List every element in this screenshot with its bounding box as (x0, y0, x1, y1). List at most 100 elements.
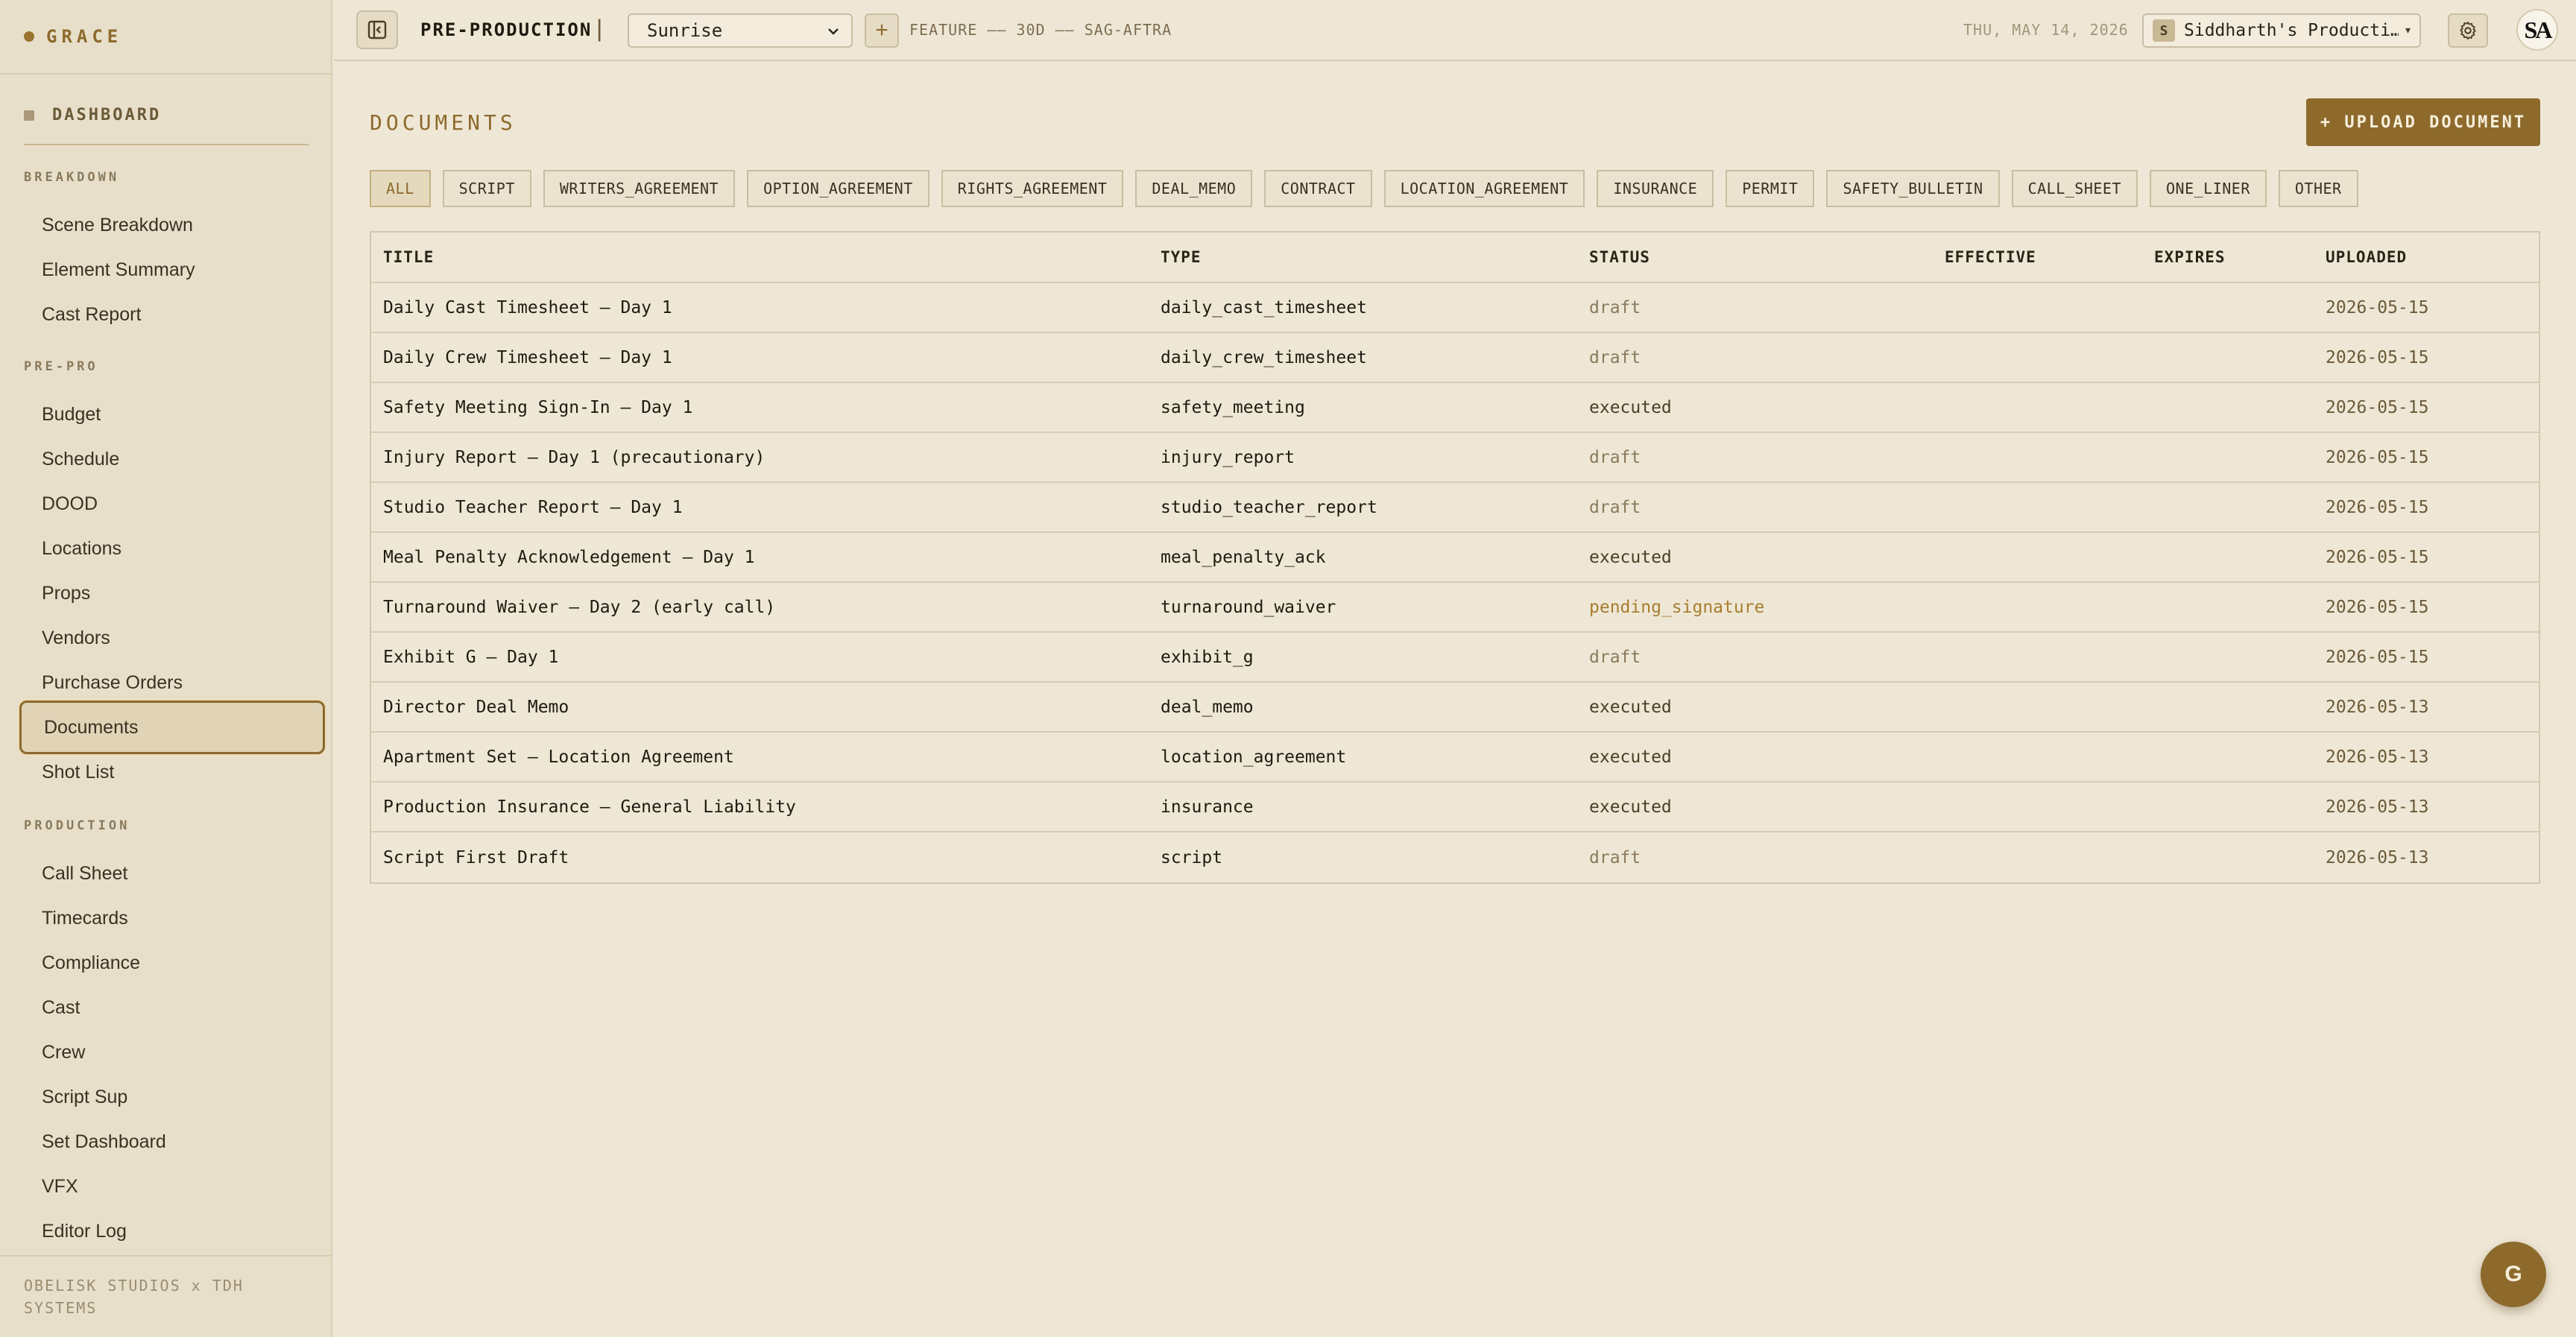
cell-status: pending_signature (1589, 597, 1765, 617)
chevron-down-icon (828, 28, 839, 35)
org-select[interactable]: S Siddharth's Producti… ▾ (2142, 13, 2421, 48)
dashboard-label: DASHBOARD (52, 106, 162, 124)
cell-type: injury_report (1161, 447, 1295, 467)
settings-button[interactable] (2448, 13, 2488, 48)
cell-status: draft (1589, 847, 1641, 867)
org-name: Siddharth's Producti… (2184, 21, 2399, 40)
table-row[interactable]: Script First Draft script draft 2026-05-13 (371, 832, 2539, 882)
table-row[interactable]: Apartment Set — Location Agreement locati… (371, 733, 2539, 783)
cell-type: turnaround_waiver (1161, 597, 1336, 617)
filter-chip-call-sheet[interactable]: CALL_SHEET (2011, 170, 2138, 207)
table-row[interactable]: Daily Cast Timesheet — Day 1 daily_cast_t… (371, 283, 2539, 333)
type-filter-bar: ALL SCRIPT WRITERS_AGREEMENT OPTION_AGREEME… (370, 170, 2370, 207)
cell-uploaded: 2026-05-13 (2326, 747, 2429, 767)
table-row[interactable]: Turnaround Waiver — Day 2 (early call) tu… (371, 583, 2539, 633)
sidebar-item-shot-list[interactable]: Shot List (19, 745, 325, 799)
gear-icon (2460, 21, 2476, 40)
phase-label: PRE-PRODUCTION (420, 19, 593, 40)
filter-chip-permit[interactable]: PERMIT (1726, 170, 1815, 207)
cell-uploaded: 2026-05-15 (2326, 547, 2429, 567)
column-header-expires[interactable]: EXPIRES (2142, 248, 2314, 266)
current-date: THU, MAY 14, 2026 (1963, 21, 2129, 39)
table-row[interactable]: Director Deal Memo deal_memo executed 2026-… (371, 683, 2539, 733)
cell-status: draft (1589, 447, 1641, 467)
column-header-effective[interactable]: EFFECTIVE (1933, 248, 2142, 266)
table-row[interactable]: Safety Meeting Sign-In — Day 1 safety_mee… (371, 383, 2539, 433)
cell-title: Turnaround Waiver — Day 2 (early call) (383, 597, 776, 617)
cell-status: executed (1589, 797, 1672, 817)
cell-uploaded: 2026-05-15 (2326, 647, 2429, 667)
sidebar-footer: OBELISK STUDIOS x TDH SYSTEMS (0, 1255, 332, 1337)
cell-title: Script First Draft (383, 847, 569, 867)
cell-status: draft (1589, 297, 1641, 317)
cell-status: executed (1589, 547, 1672, 567)
filter-chip-insurance[interactable]: INSURANCE (1597, 170, 1714, 207)
cell-type: studio_teacher_report (1161, 497, 1377, 517)
cell-status: executed (1589, 747, 1672, 767)
topbar: PRE-PRODUCTION | Sunrise + FEATURE —— 30… (334, 0, 2576, 61)
filter-chip-other[interactable]: OTHER (2278, 170, 2358, 207)
cell-status: draft (1589, 347, 1641, 367)
sidebar-toggle-icon (367, 20, 387, 39)
cell-title: Apartment Set — Location Agreement (383, 747, 734, 767)
sidebar-item-dashboard[interactable]: DASHBOARD (24, 106, 309, 145)
table-row[interactable]: Exhibit G — Day 1 exhibit_g draft 2026-05-1… (371, 633, 2539, 683)
filter-chip-contract[interactable]: CONTRACT (1264, 170, 1372, 207)
project-select[interactable]: Sunrise (628, 13, 853, 48)
filter-chip-rights-agreement[interactable]: RIGHTS_AGREEMENT (941, 170, 1124, 207)
page-title: DOCUMENTS (370, 110, 517, 135)
assistant-button[interactable]: G (2481, 1242, 2546, 1307)
cell-uploaded: 2026-05-15 (2326, 597, 2429, 617)
user-avatar[interactable]: SA (2516, 9, 2558, 51)
cell-status: draft (1589, 647, 1641, 667)
cell-uploaded: 2026-05-15 (2326, 497, 2429, 517)
cell-title: Injury Report — Day 1 (precautionary) (383, 447, 765, 467)
table-row[interactable]: Studio Teacher Report — Day 1 studio_teac… (371, 483, 2539, 533)
filter-chip-all[interactable]: ALL (370, 170, 431, 207)
table-row[interactable]: Production Insurance — General Liability… (371, 783, 2539, 832)
upload-document-button[interactable]: + UPLOAD DOCUMENT (2306, 98, 2540, 146)
sidebar-item-cast-report[interactable]: Cast Report (19, 288, 325, 341)
filter-chip-option-agreement[interactable]: OPTION_AGREEMENT (747, 170, 929, 207)
collapse-sidebar-button[interactable] (356, 10, 398, 49)
filter-chip-safety-bulletin[interactable]: SAFETY_BULLETIN (1826, 170, 2000, 207)
cell-type: location_agreement (1161, 747, 1347, 767)
cell-type: deal_memo (1161, 697, 1254, 717)
filter-chip-one-liner[interactable]: ONE_LINER (2150, 170, 2267, 207)
sidebar-item-editor-log[interactable]: Editor Log (19, 1204, 325, 1258)
filter-chip-location-agreement[interactable]: LOCATION_AGREEMENT (1383, 170, 1585, 207)
cell-type: daily_crew_timesheet (1161, 347, 1367, 367)
documents-table: TITLE TYPE STATUS EFFECTIVE EXPIRES UPLOADED … (370, 231, 2540, 884)
cell-type: exhibit_g (1161, 647, 1254, 667)
add-project-button[interactable]: + (865, 13, 899, 48)
phase-separator: | (596, 15, 603, 42)
column-header-title[interactable]: TITLE (371, 248, 1149, 266)
brand[interactable]: GRACE (0, 0, 331, 75)
column-header-type[interactable]: TYPE (1149, 248, 1577, 266)
filter-chip-writers-agreement[interactable]: WRITERS_AGREEMENT (543, 170, 736, 207)
org-initial-badge: S (2153, 19, 2175, 42)
column-header-uploaded[interactable]: UPLOADED (2314, 248, 2537, 266)
cell-status: draft (1589, 497, 1641, 517)
filter-chip-script[interactable]: SCRIPT (442, 170, 531, 207)
column-header-status[interactable]: STATUS (1577, 248, 1933, 266)
project-meta: FEATURE —— 30D —— SAG-AFTRA (909, 21, 1172, 39)
cell-type: safety_meeting (1161, 397, 1305, 417)
table-row[interactable]: Injury Report — Day 1 (precautionary) inj… (371, 433, 2539, 483)
brand-dot-icon (24, 31, 34, 42)
cell-uploaded: 2026-05-13 (2326, 797, 2429, 817)
sidebar-section-breakdown: BREAKDOWN (24, 170, 120, 185)
cell-title: Daily Cast Timesheet — Day 1 (383, 297, 672, 317)
cell-uploaded: 2026-05-15 (2326, 447, 2429, 467)
filter-chip-deal-memo[interactable]: DEAL_MEMO (1135, 170, 1253, 207)
cell-uploaded: 2026-05-13 (2326, 697, 2429, 717)
table-row[interactable]: Daily Crew Timesheet — Day 1 daily_crew_t… (371, 333, 2539, 383)
sidebar-section-production: PRODUCTION (24, 818, 130, 833)
cell-title: Meal Penalty Acknowledgement — Day 1 (383, 547, 755, 567)
project-select-value: Sunrise (647, 20, 723, 41)
cell-status: executed (1589, 397, 1672, 417)
cell-title: Studio Teacher Report — Day 1 (383, 497, 683, 517)
table-row[interactable]: Meal Penalty Acknowledgement — Day 1 meal… (371, 533, 2539, 583)
cell-title: Director Deal Memo (383, 697, 569, 717)
cell-uploaded: 2026-05-15 (2326, 397, 2429, 417)
